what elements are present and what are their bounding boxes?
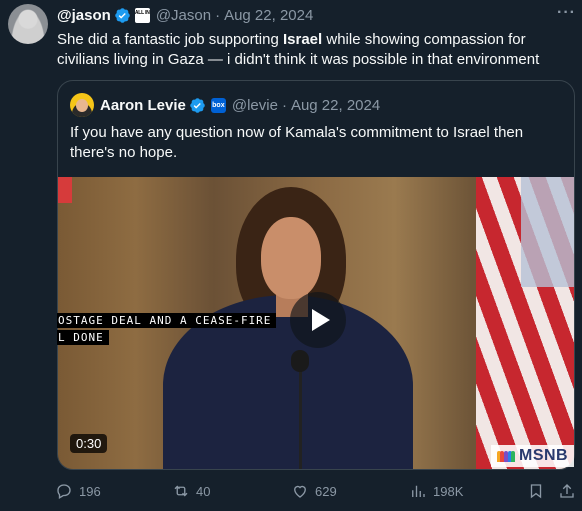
- share-button[interactable]: [558, 482, 576, 500]
- tweet-text: She did a fantastic job supporting Israe…: [57, 31, 540, 68]
- bookmark-icon: [530, 484, 542, 499]
- like-button[interactable]: 629: [291, 482, 337, 500]
- separator: ·: [281, 96, 287, 114]
- reply-count: 196: [79, 483, 101, 499]
- peacock-icon: [497, 450, 515, 462]
- view-count: 198K: [433, 483, 464, 499]
- tweet-date[interactable]: Aug 22, 2024: [224, 7, 313, 24]
- reply-button[interactable]: 196: [55, 482, 101, 500]
- repost-count: 40: [196, 483, 211, 499]
- network-logo: MSNB: [491, 445, 574, 467]
- flag-image: [476, 177, 574, 469]
- author-handle[interactable]: @Jason: [156, 7, 211, 24]
- views-button[interactable]: 198K: [409, 482, 463, 500]
- reply-icon: [57, 484, 71, 499]
- quote-date: Aug 22, 2024: [290, 96, 381, 114]
- video-caption-line-2: L DONE: [57, 330, 109, 345]
- separator: ·: [215, 6, 221, 24]
- network-name: MSNB: [519, 447, 569, 464]
- avatar[interactable]: [8, 4, 48, 44]
- share-icon: [560, 484, 574, 498]
- action-bar: 196 40 629 198K: [55, 482, 580, 502]
- verified-badge-icon: [115, 7, 130, 23]
- quote-text: If you have any question now of Kamala's…: [70, 124, 524, 161]
- quoted-tweet[interactable]: Aaron Levie box @levie · Aug 22, 2024 If…: [57, 80, 575, 470]
- quote-handle: @levie: [231, 96, 278, 114]
- play-button-icon[interactable]: [290, 292, 346, 348]
- repost-button[interactable]: 40: [172, 482, 210, 500]
- quote-avatar: [70, 93, 94, 117]
- video-caption-line-1: OSTAGE DEAL AND A CEASE-FIRE: [57, 313, 277, 328]
- video-duration: 0:30: [70, 434, 108, 453]
- video-subject-face: [261, 217, 321, 299]
- verified-badge-icon: [190, 97, 205, 113]
- tweet-header: @jason ALL IN @Jason · Aug 22, 2024: [57, 5, 313, 25]
- microphone-icon: [291, 350, 309, 372]
- heart-icon: [294, 485, 306, 498]
- video-frame-detail: [58, 177, 72, 203]
- affiliate-badge[interactable]: ALL IN: [134, 7, 150, 23]
- like-count: 629: [315, 483, 337, 499]
- hashtag-israel: Israel: [282, 31, 323, 48]
- more-icon[interactable]: ···: [557, 4, 576, 22]
- views-chart-icon: [412, 485, 425, 497]
- repost-icon: [174, 485, 188, 497]
- box-affiliate-badge: box: [210, 97, 226, 113]
- tweet[interactable]: @jason ALL IN @Jason · Aug 22, 2024 ··· …: [0, 0, 582, 511]
- author-name[interactable]: @jason: [57, 7, 111, 24]
- quote-header: Aaron Levie box @levie · Aug 22, 2024: [70, 93, 380, 117]
- quote-author-name: Aaron Levie: [100, 96, 186, 114]
- bookmark-button[interactable]: [527, 482, 545, 500]
